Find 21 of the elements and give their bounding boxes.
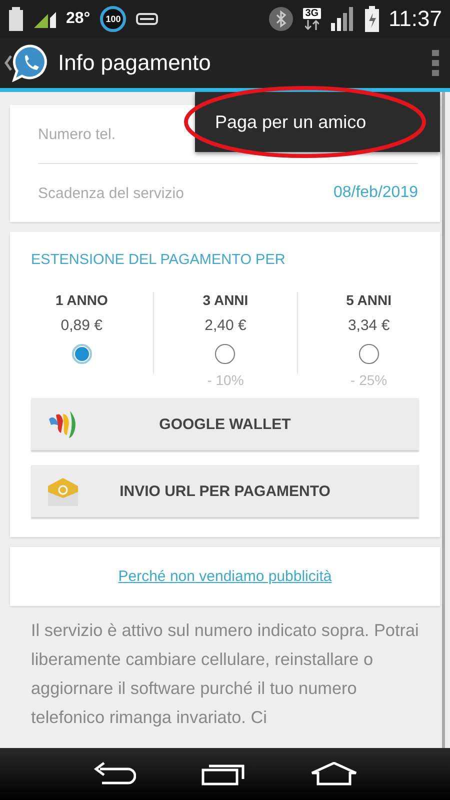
- badge-count: 100: [100, 6, 126, 32]
- period-label: 1 ANNO: [55, 292, 108, 308]
- menu-item[interactable]: Paga per un amico: [195, 92, 440, 152]
- description-text: Il servizio è attivo sul numero indicato sopra. Potrai liberamente cambiare cellulare, reinstallare o aggiornare il software purché il tuo numero telefonico rimanga invariato. Ci: [31, 619, 420, 729]
- discount: - 10%: [207, 372, 244, 388]
- field-label: Scadenza del servizio: [38, 184, 184, 202]
- network-type: 3G: [303, 8, 321, 19]
- field-value: 08/feb/2019: [333, 184, 418, 202]
- discount: - 25%: [350, 372, 388, 388]
- section-heading: ESTENSIONE DEL PAGAMENTO PER: [30, 251, 286, 268]
- period-label: 5 ANNI: [346, 292, 392, 308]
- screen-title: Info pagamento: [58, 50, 212, 76]
- price: 2,40 €: [204, 317, 246, 334]
- price: 3,34 €: [348, 317, 390, 334]
- field-label: Numero tel.: [38, 126, 116, 142]
- payment-button[interactable]: GOOGLE WALLET: [31, 398, 419, 450]
- clock: 11:37: [388, 6, 442, 32]
- price: 0,89 €: [60, 317, 103, 334]
- period-label: 3 ANNI: [202, 292, 248, 308]
- temperature: 28°: [66, 10, 90, 28]
- payment-button[interactable]: INVIO URL PER PAGAMENTO: [31, 465, 419, 517]
